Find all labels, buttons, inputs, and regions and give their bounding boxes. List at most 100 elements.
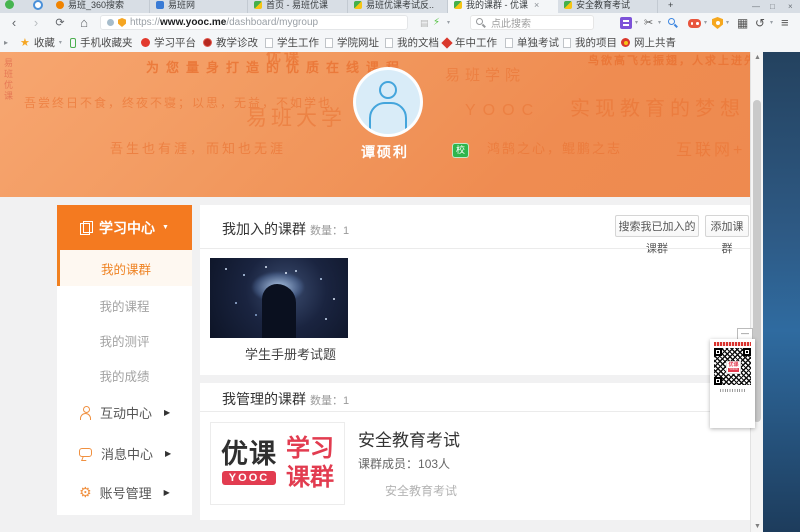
url-path: /dashboard/mygroup	[226, 17, 318, 28]
browser-logo-icon[interactable]	[5, 0, 14, 9]
window-maximize-icon[interactable]: □	[770, 2, 775, 11]
refresh-button[interactable]: ⟳	[52, 13, 68, 33]
ssl-shield-icon[interactable]	[118, 18, 126, 27]
bookmarks-expander-icon[interactable]: ▸	[4, 33, 8, 52]
person-icon	[79, 406, 92, 419]
bookmark-youth-league[interactable]: 网上共青	[621, 33, 676, 52]
yiban-favicon	[156, 1, 164, 9]
divider	[200, 248, 750, 249]
tab-label: 易班网	[168, 0, 195, 11]
page-scrollbar[interactable]: ▲ ▼	[750, 52, 763, 532]
watermark-text: 易班大学	[246, 102, 346, 132]
tab-label: 易班_360搜索	[68, 0, 124, 11]
bookmark-student-work[interactable]: 学生工作	[265, 33, 319, 52]
forward-button[interactable]: ›	[28, 13, 44, 33]
quick-search-input[interactable]: 点此搜索	[470, 15, 594, 30]
bookmark-separate-exam[interactable]: 单独考试	[505, 33, 559, 52]
document-icon	[80, 221, 92, 235]
account-circle-icon[interactable]	[33, 0, 43, 10]
red-site-icon	[141, 38, 150, 47]
sidebar-item-my-assessments[interactable]: 我的测评	[57, 322, 192, 358]
chevron-down-icon[interactable]: ▾	[635, 19, 638, 26]
watermark-text: 吾生也有涯，而知也无涯	[110, 138, 286, 157]
tab-yooc-exam[interactable]: 易班优课考试反..	[348, 0, 448, 13]
search-joined-groups-button[interactable]: 搜索我已加入的课群	[615, 215, 699, 237]
bookmark-teaching-review[interactable]: 教学诊改	[203, 33, 258, 52]
new-tab-button[interactable]: +	[662, 0, 682, 13]
undo-restore-icon[interactable]: ↺	[755, 16, 765, 30]
tab-yiban-site[interactable]: 易班网	[150, 0, 248, 13]
chat-icon	[79, 447, 93, 460]
group-cover-image[interactable]	[210, 258, 348, 338]
bookmark-midyear-work[interactable]: 年中工作	[443, 33, 497, 52]
back-button[interactable]: ‹	[6, 13, 22, 33]
tab-yooc-home[interactable]: 首页 - 易班优课	[248, 0, 348, 13]
joined-group-title[interactable]: 学生手册考试题	[245, 344, 336, 363]
chevron-down-icon[interactable]: ▾	[726, 19, 729, 26]
sidebar-group-account-management[interactable]: ⚙ 账号管理 ▶	[57, 474, 192, 510]
star-icon: ★	[20, 38, 30, 48]
qr-footnote-text	[720, 389, 746, 392]
chevron-down-icon: ▼	[162, 224, 169, 231]
bookmark-learning-platform[interactable]: 学习平台	[141, 33, 196, 52]
security-shield-icon[interactable]	[712, 17, 723, 29]
games-icon[interactable]	[688, 19, 701, 28]
sidebar-item-my-courses[interactable]: 我的课程	[57, 287, 192, 323]
yooc-logo-badge: YOOC	[222, 471, 276, 485]
window-minimize-icon[interactable]: —	[752, 2, 760, 11]
section-title: 我管理的课群	[222, 389, 306, 409]
page-icon	[505, 38, 513, 48]
watermark-text: 鸿鹄之心，鲲鹏之志	[487, 138, 622, 157]
site-info-icon[interactable]	[107, 19, 114, 26]
tab-close-icon[interactable]: ×	[534, 0, 539, 10]
profile-name: 谭硕利	[300, 142, 470, 162]
tab-safety-exam[interactable]: 安全教育考试	[558, 0, 658, 13]
speed-boost-icon[interactable]: ⚡	[433, 16, 440, 30]
group-members-count: 课群成员：103人	[358, 455, 450, 472]
apps-grid-icon[interactable]: ▦	[737, 16, 748, 30]
qr-promo-widget[interactable]: 优课YOOC	[710, 339, 755, 428]
phone-icon	[70, 38, 76, 48]
sidebar-group-interaction-center[interactable]: 互动中心 ▶	[57, 394, 192, 430]
search-placeholder: 点此搜索	[491, 15, 531, 30]
group-logo[interactable]: 优课 YOOC 学习 课群	[210, 422, 345, 505]
tab-yiban-360-search[interactable]: 易班_360搜索	[50, 0, 150, 13]
chevron-right-icon: ▶	[164, 408, 170, 417]
bookmark-favorites[interactable]: ★ 收藏 ▾	[20, 33, 62, 52]
chevron-down-icon[interactable]: ▾	[704, 19, 707, 26]
section-title: 我加入的课群	[222, 219, 306, 239]
add-group-button[interactable]: 添加课群	[705, 215, 749, 237]
chevron-down-icon[interactable]: ▾	[770, 19, 773, 26]
home-button[interactable]: ⌂	[76, 13, 92, 33]
sidebar-group-message-center[interactable]: 消息中心 ▶	[57, 435, 192, 471]
bookmark-my-docs[interactable]: 我的文档	[385, 33, 439, 52]
yooc-favicon	[254, 1, 262, 9]
tab-my-groups-active[interactable]: 我的课群 - 优课 ×	[448, 0, 558, 13]
bookmark-mobile-folder[interactable]: 手机收藏夹	[70, 33, 133, 52]
reader-mode-icon[interactable]: ▤	[420, 16, 429, 30]
desktop-edge	[763, 52, 800, 532]
window-close-icon[interactable]: ×	[788, 2, 793, 11]
url-scheme: https://	[130, 17, 160, 28]
yooc-logo-name: 优课	[221, 441, 277, 468]
chevron-down-icon[interactable]: ▾	[658, 19, 661, 26]
page-icon	[325, 38, 333, 48]
watermark-text: 易班优课	[2, 58, 15, 102]
qr-caption-text	[714, 342, 751, 346]
screenshot-scissors-icon[interactable]: ✂	[644, 16, 653, 30]
bookmark-my-projects[interactable]: 我的项目	[563, 33, 617, 52]
menu-icon[interactable]: ≡	[781, 16, 789, 30]
sidebar-item-my-groups[interactable]: 我的课群	[57, 250, 192, 286]
sidebar-header-learning-center[interactable]: 学习中心 ▼	[57, 205, 192, 250]
address-bar[interactable]: https://www.yooc.me/dashboard/mygroup	[100, 15, 408, 30]
translate-icon[interactable]	[620, 17, 632, 29]
sidebar-item-my-grades[interactable]: 我的成绩	[57, 357, 192, 393]
chevron-down-icon[interactable]: ▾	[447, 19, 450, 26]
find-in-page-icon[interactable]	[668, 18, 678, 28]
watermark-text: 易班学院	[445, 64, 525, 85]
page-icon	[385, 38, 393, 48]
avatar[interactable]	[353, 67, 423, 137]
bookmark-college-site[interactable]: 学院网址	[325, 33, 379, 52]
yooc-favicon	[354, 1, 362, 9]
managed-group-title[interactable]: 安全教育考试	[358, 426, 460, 451]
